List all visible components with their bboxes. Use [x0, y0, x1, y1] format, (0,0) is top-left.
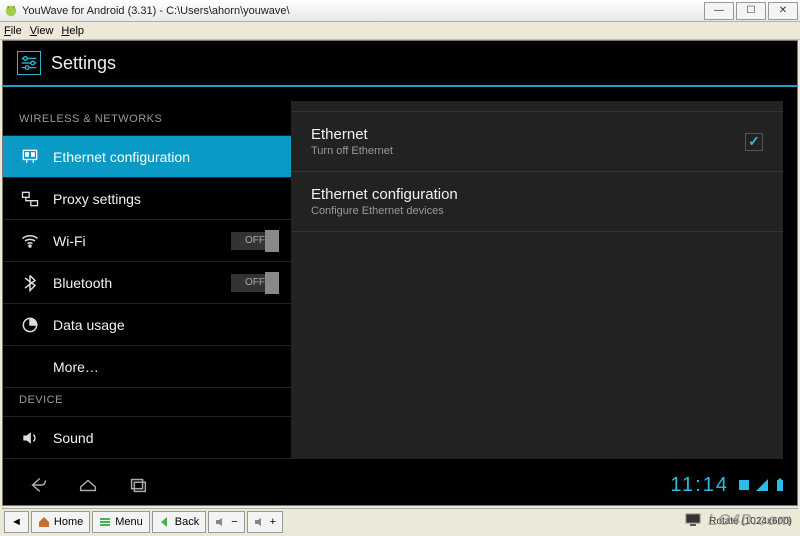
settings-header: Settings — [3, 41, 797, 85]
section-wireless-networks: WIRELESS & NETWORKS — [3, 107, 291, 136]
nav-back-button[interactable] — [13, 469, 63, 501]
menu-file[interactable]: File — [4, 25, 22, 37]
wifi-icon — [19, 230, 41, 252]
status-clock: 11:14 — [670, 474, 729, 497]
nav-recent-button[interactable] — [113, 469, 163, 501]
sidebar-item-label: Wi-Fi — [53, 233, 86, 249]
settings-sidebar: WIRELESS & NETWORKS Ethernet configurati… — [3, 87, 291, 465]
menu-icon — [99, 516, 111, 528]
sidebar-item-label: Ethernet configuration — [53, 149, 190, 165]
android-emulator: Settings WIRELESS & NETWORKS Ethernet co… — [2, 40, 798, 506]
menubar: File View Help — [0, 22, 800, 40]
sidebar-item-bluetooth[interactable]: Bluetooth OFF — [3, 262, 291, 304]
host-home-button[interactable]: Home — [31, 511, 90, 533]
sidebar-item-sound[interactable]: Sound — [3, 417, 291, 459]
host-volume-down-button[interactable]: − — [208, 511, 244, 533]
sidebar-item-label: More… — [53, 359, 99, 375]
sidebar-item-data-usage[interactable]: Data usage — [3, 304, 291, 346]
sidebar-item-label: Proxy settings — [53, 191, 141, 207]
detail-row-ethernet[interactable]: Ethernet Turn off Ethernet ✓ — [291, 111, 783, 172]
host-nav-left-button[interactable]: ◄ — [4, 511, 29, 533]
detail-row-ethernet-configuration[interactable]: Ethernet configuration Configure Etherne… — [291, 172, 783, 232]
sound-icon — [19, 427, 41, 449]
row-subtitle: Configure Ethernet devices — [311, 205, 763, 217]
settings-title: Settings — [51, 53, 116, 74]
sidebar-item-ethernet-configuration[interactable]: Ethernet configuration — [3, 136, 291, 178]
speaker-icon — [254, 516, 266, 528]
status-icons — [737, 478, 787, 492]
ethernet-checkbox[interactable]: ✓ — [745, 133, 763, 151]
ethernet-icon — [19, 146, 41, 168]
sidebar-item-more[interactable]: More… — [3, 346, 291, 388]
proxy-icon — [19, 188, 41, 210]
host-volume-up-button[interactable]: + — [247, 511, 283, 533]
host-toolbar: ◄ Home Menu Back − + Rotate (1024x600) — [2, 508, 798, 534]
back-arrow-icon — [159, 516, 171, 528]
row-title: Ethernet — [311, 126, 745, 143]
row-subtitle: Turn off Ethernet — [311, 145, 745, 157]
sidebar-item-wifi[interactable]: Wi-Fi OFF — [3, 220, 291, 262]
sdcard-icon — [737, 478, 751, 492]
nav-home-button[interactable] — [63, 469, 113, 501]
arrow-left-icon: ◄ — [11, 516, 22, 528]
host-menu-button[interactable]: Menu — [92, 511, 150, 533]
battery-icon — [773, 478, 787, 492]
monitor-icon — [685, 513, 703, 530]
speaker-icon — [215, 516, 227, 528]
signal-icon — [755, 478, 769, 492]
sidebar-item-label: Data usage — [53, 317, 125, 333]
host-back-button[interactable]: Back — [152, 511, 206, 533]
settings-icon — [17, 51, 41, 75]
row-title: Ethernet configuration — [311, 186, 763, 203]
sidebar-item-proxy-settings[interactable]: Proxy settings — [3, 178, 291, 220]
window-title: YouWave for Android (3.31) - C:\Users\ah… — [22, 5, 704, 17]
window-titlebar: YouWave for Android (3.31) - C:\Users\ah… — [0, 0, 800, 22]
wifi-toggle[interactable]: OFF — [231, 232, 279, 250]
menu-view[interactable]: View — [30, 25, 54, 37]
close-button[interactable]: ✕ — [768, 2, 798, 20]
home-icon — [38, 516, 50, 528]
data-usage-icon — [19, 314, 41, 336]
bluetooth-toggle[interactable]: OFF — [231, 274, 279, 292]
app-icon — [4, 4, 18, 18]
settings-detail-panel: Ethernet Turn off Ethernet ✓ Ethernet co… — [291, 101, 783, 459]
sidebar-item-label: Bluetooth — [53, 275, 112, 291]
maximize-button[interactable]: ☐ — [736, 2, 766, 20]
rotate-resolution-label[interactable]: Rotate (1024x600) — [709, 516, 792, 527]
android-navbar: 11:14 — [3, 465, 797, 505]
bluetooth-icon — [19, 272, 41, 294]
section-device: DEVICE — [3, 388, 291, 417]
minimize-button[interactable]: — — [704, 2, 734, 20]
menu-help[interactable]: Help — [61, 25, 84, 37]
sidebar-item-label: Sound — [53, 430, 93, 446]
